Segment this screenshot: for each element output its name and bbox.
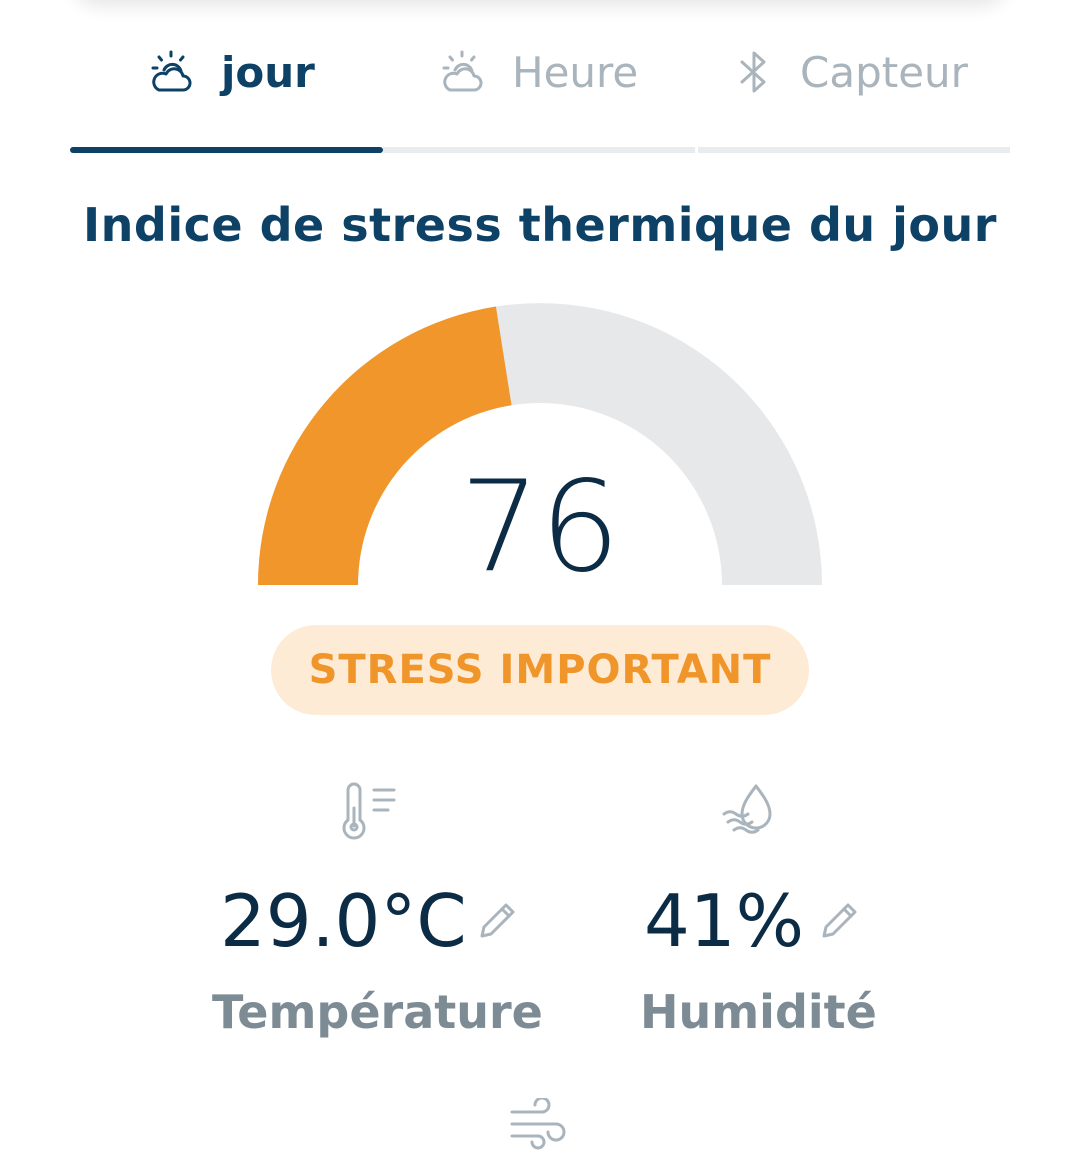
tab-label: Capteur (800, 47, 968, 97)
gauge-value: 76 (459, 453, 621, 600)
humidity-label: Humidité (640, 985, 877, 1039)
tab-label: Heure (512, 47, 639, 97)
tab-label: jour (221, 47, 315, 97)
sun-cloud-icon (442, 50, 483, 92)
temperature-label: Température (212, 985, 543, 1039)
edit-humidity-icon[interactable] (818, 898, 862, 942)
tab-jour[interactable]: jour (147, 40, 315, 104)
wind-icon (510, 1098, 566, 1150)
tab-capteur[interactable]: Capteur (734, 40, 968, 104)
page-title: Indice de stress thermique du jour (83, 198, 997, 252)
thermometer-icon (342, 782, 396, 840)
sun-cloud-icon (151, 50, 192, 92)
humidity-value: 41% (644, 879, 805, 963)
tab-heure[interactable]: Heure (438, 40, 638, 104)
tab-track (383, 147, 695, 153)
edit-temperature-icon[interactable] (476, 898, 520, 942)
tab-track (698, 147, 1010, 153)
active-tab-indicator (70, 147, 383, 153)
tab-bar: jour Heure Capteur (70, 0, 1010, 155)
bluetooth-icon (740, 51, 766, 93)
status-badge-label: STRESS IMPORTANT (308, 647, 772, 693)
status-badge: STRESS IMPORTANT (271, 625, 809, 715)
temperature-value: 29.0°C (220, 879, 467, 963)
humidity-drop-icon (722, 784, 772, 834)
